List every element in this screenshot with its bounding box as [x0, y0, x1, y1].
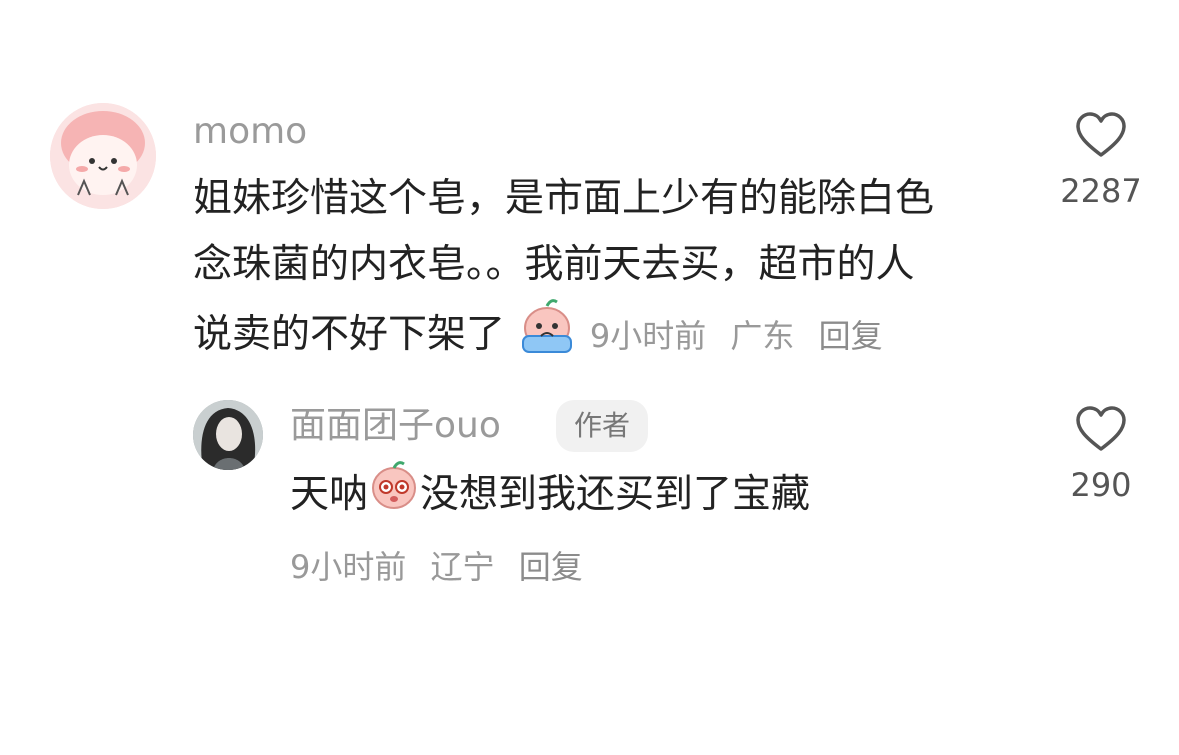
avatar[interactable] [193, 400, 263, 470]
author-badge: 作者 [556, 400, 649, 452]
username[interactable]: momo [193, 110, 307, 154]
starry-eyed-face-emoji-icon [368, 460, 420, 533]
like-count: 2287 [1060, 172, 1142, 210]
reply-button[interactable]: 回复 [519, 548, 583, 586]
reply-button[interactable]: 回复 [819, 317, 883, 355]
reply-meta: 9小时前 辽宁 回复 [290, 542, 597, 588]
portrait-avatar-icon [193, 400, 263, 470]
reply-text-part: 天呐 [290, 472, 369, 517]
comment-line: 姐妹珍惜这个皂，是市面上少有的能除白色 [193, 176, 935, 221]
comment-item: momo 姐妹珍惜这个皂，是市面上少有的能除白色 念珠菌的内衣皂。。我前天去买，… [0, 0, 1179, 380]
location: 辽宁 [430, 548, 495, 586]
reply-text: 天呐 没想到我还买到了宝藏 [290, 460, 810, 533]
like-button[interactable]: 2287 [1056, 112, 1146, 210]
crying-face-emoji-icon [517, 298, 577, 375]
reply-item: 面面团子ouo 作者 天呐 没想到我还买到了宝藏 9小时前 辽宁 回复 290 [0, 390, 1179, 600]
like-button[interactable]: 290 [1056, 406, 1146, 504]
location: 广东 [730, 317, 795, 355]
comment-line-with-meta: 说卖的不好下架了 9小时前 广东 回复 [193, 298, 1023, 375]
timestamp: 9小时前 [290, 548, 407, 586]
comment-line: 念珠菌的内衣皂。。我前天去买，超市的人 [193, 242, 915, 287]
like-count: 290 [1070, 466, 1132, 504]
username[interactable]: 面面团子ouo [290, 404, 501, 448]
reply-text-part: 没想到我还买到了宝藏 [420, 472, 811, 517]
avatar[interactable] [50, 103, 156, 209]
comment-text: 姐妹珍惜这个皂，是市面上少有的能除白色 念珠菌的内衣皂。。我前天去买，超市的人 … [193, 166, 1023, 375]
comment-line: 说卖的不好下架了 [193, 312, 506, 357]
cartoon-avatar-icon [50, 103, 156, 209]
comment-meta: 9小时前 广东 回复 [590, 317, 897, 355]
heart-icon [1076, 406, 1126, 451]
timestamp: 9小时前 [589, 317, 707, 355]
heart-icon [1076, 112, 1126, 157]
